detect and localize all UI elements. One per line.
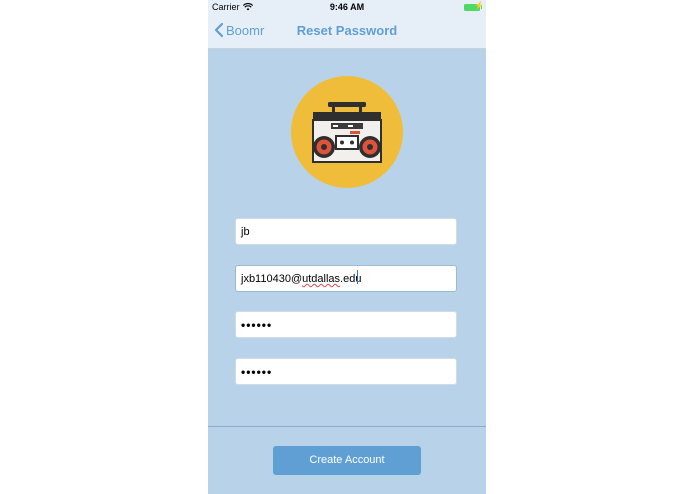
clock: 9:46 AM	[329, 2, 365, 12]
email-value: jxb110430@utdallas.edu	[241, 273, 362, 285]
boombox-logo	[291, 76, 403, 188]
charging-icon: ⚡	[474, 1, 484, 10]
confirm-password-value: ••••••	[241, 365, 273, 379]
create-account-button[interactable]: Create Account	[273, 446, 421, 475]
status-bar: Carrier 9:46 AM ⚡	[208, 0, 486, 14]
divider	[208, 426, 486, 427]
page-title: Reset Password	[296, 23, 398, 38]
phone-screen: Carrier 9:46 AM ⚡ Boomr Reset Password j…	[208, 0, 486, 494]
password-field[interactable]: ••••••	[235, 311, 457, 338]
navigation-bar: Boomr Reset Password	[208, 14, 486, 49]
password-value: ••••••	[241, 318, 273, 332]
username-field[interactable]: jb	[235, 218, 457, 245]
text-cursor	[357, 270, 359, 284]
confirm-password-field[interactable]: ••••••	[235, 358, 457, 385]
email-field[interactable]: jxb110430@utdallas.edu	[235, 265, 457, 292]
username-value: jb	[241, 226, 250, 238]
